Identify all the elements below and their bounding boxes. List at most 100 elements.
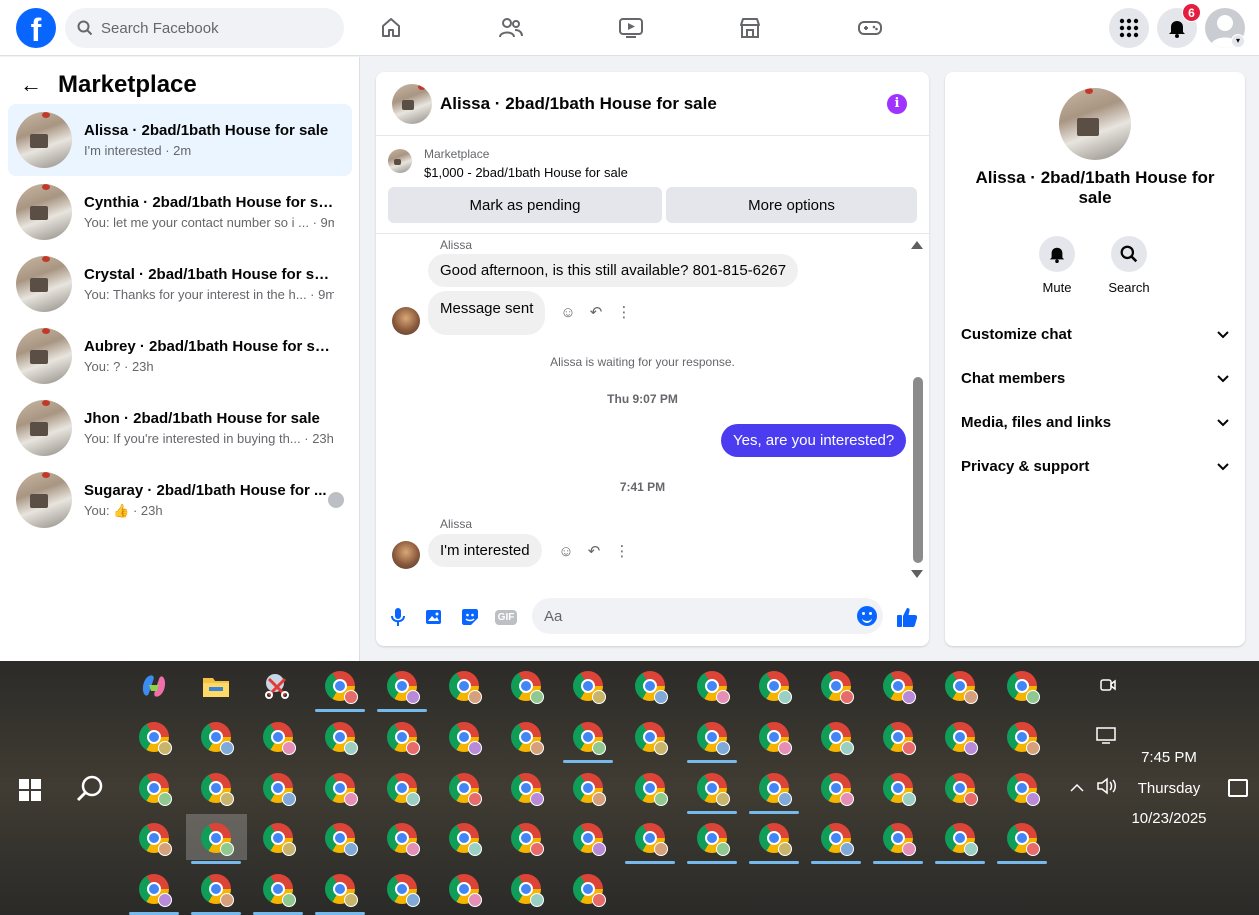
chrome-profile-icon[interactable] xyxy=(635,722,668,755)
chrome-profile-icon[interactable] xyxy=(697,823,730,856)
chrome-profile-icon[interactable] xyxy=(759,671,792,704)
clock-time[interactable]: 7:45 PM xyxy=(1126,749,1212,766)
conversation-item[interactable]: Crystal · 2bad/1bath House for sale You:… xyxy=(8,248,352,320)
more-icon[interactable]: ⋮ xyxy=(614,542,630,560)
chrome-profile-icon[interactable] xyxy=(883,722,916,755)
chrome-profile-icon[interactable] xyxy=(139,823,172,856)
chrome-profile-icon[interactable] xyxy=(387,671,420,704)
search-input[interactable] xyxy=(101,19,321,37)
windows-start-icon[interactable] xyxy=(19,779,41,801)
sticker-icon[interactable] xyxy=(459,606,481,628)
notifications-button[interactable]: 6 xyxy=(1157,3,1201,48)
search-box[interactable] xyxy=(65,8,344,48)
taskbar-search-icon[interactable] xyxy=(75,774,105,804)
reply-icon[interactable]: ↶ xyxy=(588,303,604,321)
chrome-profile-icon[interactable] xyxy=(449,823,482,856)
chrome-profile-icon[interactable] xyxy=(387,722,420,755)
chrome-profile-icon[interactable] xyxy=(821,671,854,704)
snipping-tool-icon[interactable] xyxy=(263,671,293,701)
chrome-profile-icon[interactable] xyxy=(263,874,296,907)
chrome-profile-icon[interactable] xyxy=(573,874,606,907)
video-icon[interactable] xyxy=(614,12,648,44)
scrollbar-thumb[interactable] xyxy=(913,377,923,563)
chrome-profile-icon[interactable] xyxy=(511,823,544,856)
microphone-icon[interactable] xyxy=(387,606,409,628)
section-privacy-support[interactable]: Privacy & support xyxy=(961,444,1231,488)
chrome-profile-icon[interactable] xyxy=(697,722,730,755)
mute-action[interactable]: Mute xyxy=(1021,236,1093,295)
listing-large-thumbnail[interactable] xyxy=(1059,88,1131,160)
chrome-profile-icon[interactable] xyxy=(821,823,854,856)
search-in-chat-icon[interactable] xyxy=(1111,236,1147,272)
chrome-profile-icon[interactable] xyxy=(325,671,358,704)
chrome-profile-icon[interactable] xyxy=(759,722,792,755)
section-customize-chat[interactable]: Customize chat xyxy=(961,312,1231,356)
network-icon[interactable] xyxy=(1096,727,1118,750)
marketplace-icon[interactable] xyxy=(733,12,767,44)
chrome-profile-icon[interactable] xyxy=(1007,773,1040,806)
copilot-icon[interactable] xyxy=(139,671,169,701)
chrome-profile-icon[interactable] xyxy=(883,671,916,704)
chrome-profile-icon[interactable] xyxy=(325,722,358,755)
scroll-down-arrow[interactable] xyxy=(911,570,923,578)
conversation-item[interactable]: Cynthia · 2bad/1bath House for sale You:… xyxy=(8,176,352,248)
chrome-profile-icon[interactable] xyxy=(697,671,730,704)
chrome-profile-icon[interactable] xyxy=(325,874,358,907)
incoming-message[interactable]: Message sent xyxy=(428,291,546,335)
sender-avatar[interactable] xyxy=(392,307,420,335)
chrome-profile-icon[interactable] xyxy=(263,773,296,806)
chrome-profile-icon[interactable] xyxy=(945,823,978,856)
chrome-profile-icon[interactable] xyxy=(759,823,792,856)
chrome-profile-icon[interactable] xyxy=(511,874,544,907)
more-options-button[interactable]: More options xyxy=(666,187,917,223)
chrome-profile-icon[interactable] xyxy=(883,823,916,856)
emoji-icon[interactable] xyxy=(857,606,877,626)
outgoing-message[interactable]: Yes, are you interested? xyxy=(721,424,907,457)
incoming-message[interactable]: Good afternoon, is this still available?… xyxy=(428,254,799,287)
react-icon[interactable]: ☺ xyxy=(558,543,574,560)
incoming-message[interactable]: I'm interested xyxy=(428,534,542,567)
chrome-profile-icon[interactable] xyxy=(511,722,544,755)
chrome-profile-icon[interactable] xyxy=(449,874,482,907)
chrome-profile-icon[interactable] xyxy=(1007,823,1040,856)
menu-grid-button[interactable] xyxy=(1109,8,1149,48)
photo-icon[interactable] xyxy=(423,606,445,628)
chrome-profile-icon[interactable] xyxy=(201,722,234,755)
chrome-profile-icon[interactable] xyxy=(821,722,854,755)
react-icon[interactable]: ☺ xyxy=(560,304,576,321)
chrome-profile-icon[interactable] xyxy=(511,773,544,806)
chrome-profile-icon[interactable] xyxy=(139,874,172,907)
chrome-profile-icon[interactable] xyxy=(201,773,234,806)
clock-day[interactable]: Thursday xyxy=(1126,780,1212,797)
conversation-item[interactable]: Alissa · 2bad/1bath House for sale I'm i… xyxy=(8,104,352,176)
meet-now-icon[interactable] xyxy=(1099,676,1117,699)
facebook-logo[interactable]: f xyxy=(16,8,56,48)
account-caret-icon[interactable]: ▾ xyxy=(1231,34,1245,48)
mark-as-pending-button[interactable]: Mark as pending xyxy=(388,187,662,223)
conversation-item[interactable]: Jhon · 2bad/1bath House for sale You: If… xyxy=(8,392,352,464)
gaming-icon[interactable] xyxy=(853,12,887,44)
chrome-profile-icon[interactable] xyxy=(883,773,916,806)
listing-price-title[interactable]: $1,000 - 2bad/1bath House for sale xyxy=(424,165,628,180)
clock-date[interactable]: 10/23/2025 xyxy=(1126,810,1212,827)
chrome-profile-icon[interactable] xyxy=(1007,722,1040,755)
chrome-profile-icon[interactable] xyxy=(325,773,358,806)
chrome-profile-icon[interactable] xyxy=(635,773,668,806)
chrome-profile-icon[interactable] xyxy=(511,671,544,704)
chrome-profile-icon[interactable] xyxy=(635,823,668,856)
chrome-profile-icon[interactable] xyxy=(449,722,482,755)
chrome-profile-icon[interactable] xyxy=(945,722,978,755)
reply-icon[interactable]: ↶ xyxy=(586,542,602,560)
chrome-profile-icon[interactable] xyxy=(449,773,482,806)
volume-icon[interactable] xyxy=(1096,777,1118,800)
chrome-profile-icon[interactable] xyxy=(325,823,358,856)
home-icon[interactable] xyxy=(374,12,408,44)
chrome-profile-icon[interactable] xyxy=(759,773,792,806)
chrome-profile-icon[interactable] xyxy=(387,874,420,907)
chrome-profile-icon[interactable] xyxy=(387,823,420,856)
conversation-item[interactable]: Sugaray · 2bad/1bath House for ... You: … xyxy=(8,464,352,536)
chrome-profile-icon[interactable] xyxy=(821,773,854,806)
chrome-profile-icon[interactable] xyxy=(263,722,296,755)
sender-avatar[interactable] xyxy=(392,541,420,569)
section-media-files-links[interactable]: Media, files and links xyxy=(961,400,1231,444)
